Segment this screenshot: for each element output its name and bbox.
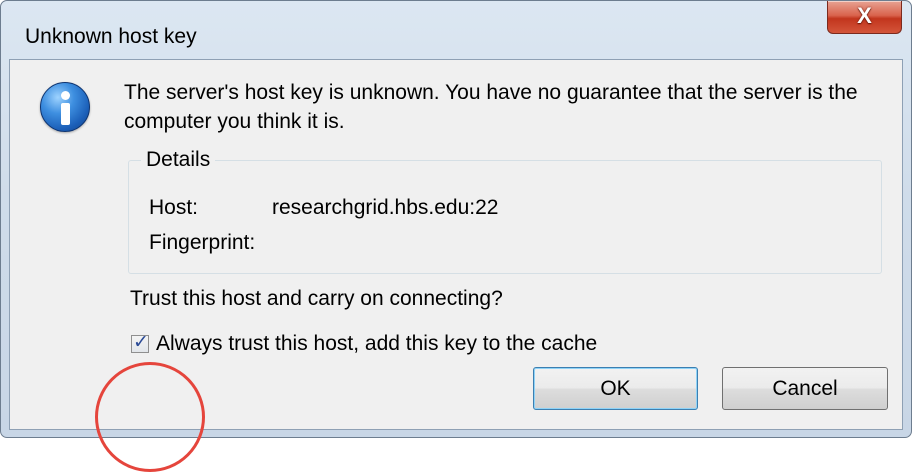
warning-message: The server's host key is unknown. You ha…: [124, 81, 858, 133]
title-bar[interactable]: Unknown host key X: [1, 1, 911, 48]
close-icon: X: [857, 3, 872, 28]
trust-question: Trust this host and carry on connecting?: [130, 287, 503, 310]
annotation-circle: [95, 362, 205, 472]
always-trust-label[interactable]: Always trust this host, add this key to …: [156, 332, 597, 356]
host-value: researchgrid.hbs.edu:22: [272, 196, 499, 219]
info-icon-dot: [61, 91, 70, 100]
close-button[interactable]: X: [827, 1, 902, 34]
dialog-content: The server's host key is unknown. You ha…: [9, 59, 903, 472]
details-legend: Details: [141, 148, 216, 172]
always-trust-checkbox[interactable]: ✓: [131, 332, 149, 353]
info-icon-bar: [61, 103, 70, 125]
fingerprint-label: Fingerprint:: [149, 231, 256, 254]
cancel-button[interactable]: Cancel: [722, 367, 888, 410]
window-title: Unknown host key: [25, 25, 197, 48]
ok-button[interactable]: OK: [533, 367, 698, 410]
host-label: Host:: [149, 196, 199, 219]
checkmark-icon: ✓: [133, 332, 149, 353]
information-icon: [40, 82, 90, 132]
dialog-window: Unknown host key X The server's host key…: [0, 0, 912, 472]
details-group: Details Host: researchgrid.hbs.edu:22 Fi…: [128, 148, 882, 274]
